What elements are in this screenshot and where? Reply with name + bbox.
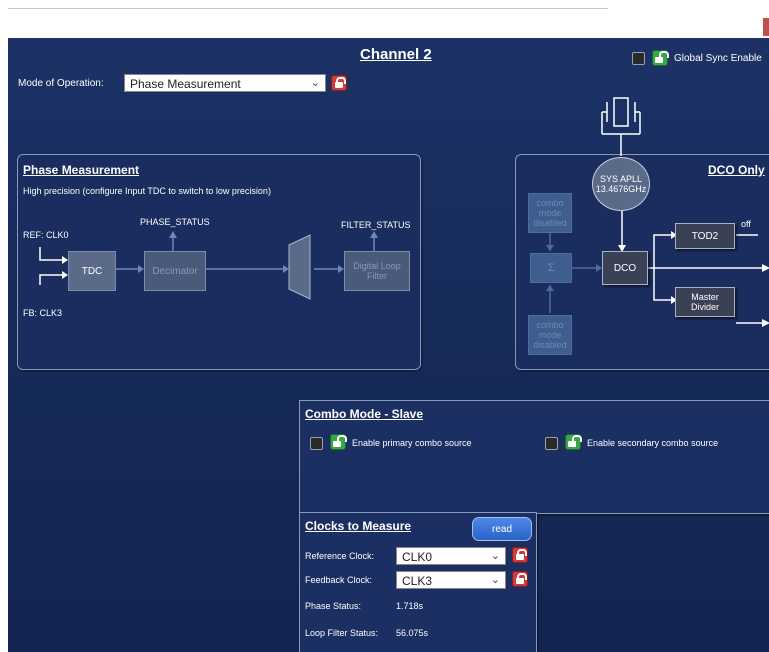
feedback-clock-select[interactable]: CLK3 ⌄ — [396, 571, 506, 589]
combo-disabled-bottom: combo mode disabled — [528, 315, 572, 355]
global-sync-checkbox[interactable] — [632, 52, 645, 65]
lock-icon[interactable] — [512, 547, 528, 563]
sys-apll-label: SYS APLL — [599, 174, 643, 184]
feedback-clock-value: CLK3 — [402, 574, 433, 588]
digital-loop-filter-block[interactable]: Digital Loop Filter — [344, 251, 410, 291]
mode-select[interactable]: Phase Measurement ⌄ — [124, 74, 326, 92]
master-divider-block[interactable]: Master Divider — [675, 287, 735, 317]
combo-disabled-top: combo mode disabled — [528, 193, 572, 233]
feedback-clock-label: Feedback Clock: — [305, 575, 373, 585]
loop-filter-status-label: Loop Filter Status: — [305, 628, 379, 638]
clocks-to-measure-panel: Clocks to Measure read Reference Clock: … — [299, 512, 537, 652]
loop-filter-status-value: 56.075s — [396, 628, 429, 638]
unlock-icon[interactable] — [330, 434, 347, 450]
primary-combo-checkbox[interactable] — [310, 437, 323, 450]
oscillator-icon — [601, 97, 641, 156]
phase-status-value: 1.718s — [396, 601, 424, 611]
ref-label: REF: CLK0 — [23, 230, 69, 240]
unlock-icon[interactable] — [565, 434, 582, 450]
mode-label: Mode of Operation: — [18, 78, 104, 89]
mode-value: Phase Measurement — [130, 77, 241, 91]
lock-icon[interactable] — [331, 75, 347, 91]
dco-only-panel: DCO Only SYS APLL 13.4676GHz combo mode … — [515, 154, 769, 370]
tdc-block[interactable]: TDC — [68, 251, 116, 291]
secondary-combo-checkbox[interactable] — [545, 437, 558, 450]
mux-shape — [288, 234, 311, 300]
corner-marker — [763, 18, 769, 36]
phase-status-row-label: Phase Status: — [305, 601, 362, 611]
top-divider — [8, 8, 608, 9]
sys-apll-node[interactable]: SYS APLL 13.4676GHz — [592, 157, 650, 211]
reference-clock-label: Reference Clock: — [305, 551, 375, 561]
fb-label: FB: CLK3 — [23, 308, 63, 318]
dco-block[interactable]: DCO — [602, 251, 648, 285]
combo-panel-title: Combo Mode - Slave — [305, 407, 424, 421]
unlock-icon[interactable] — [652, 50, 669, 66]
page-title: Channel 2 — [360, 46, 432, 63]
decimator-block[interactable]: Decimator — [144, 251, 206, 291]
filter-status-label: FILTER_STATUS — [341, 220, 411, 230]
read-button[interactable]: read — [472, 517, 532, 541]
lock-icon[interactable] — [512, 571, 528, 587]
chevron-down-icon: ⌄ — [490, 574, 500, 586]
global-sync-label: Global Sync Enable — [674, 53, 762, 64]
reference-clock-value: CLK0 — [402, 550, 433, 564]
tod2-off-label: off — [741, 219, 751, 229]
primary-combo-label: Enable primary combo source — [352, 438, 472, 448]
clocks-panel-title: Clocks to Measure — [305, 519, 412, 533]
secondary-combo-label: Enable secondary combo source — [587, 438, 719, 448]
sum-block: Σ — [530, 253, 572, 283]
tod2-block[interactable]: TOD2 — [675, 223, 735, 249]
reference-clock-select[interactable]: CLK0 ⌄ — [396, 547, 506, 565]
sys-apll-frequency: 13.4676GHz — [595, 184, 647, 194]
chevron-down-icon: ⌄ — [310, 77, 320, 89]
combo-mode-panel: Combo Mode - Slave Enable primary combo … — [299, 400, 769, 514]
phase-measurement-panel: Phase Measurement High precision (config… — [17, 154, 421, 370]
chevron-down-icon: ⌄ — [490, 550, 500, 562]
phase-status-label: PHASE_STATUS — [140, 217, 210, 227]
channel-view: Channel 2 Global Sync Enable Mode of Ope… — [8, 38, 769, 652]
